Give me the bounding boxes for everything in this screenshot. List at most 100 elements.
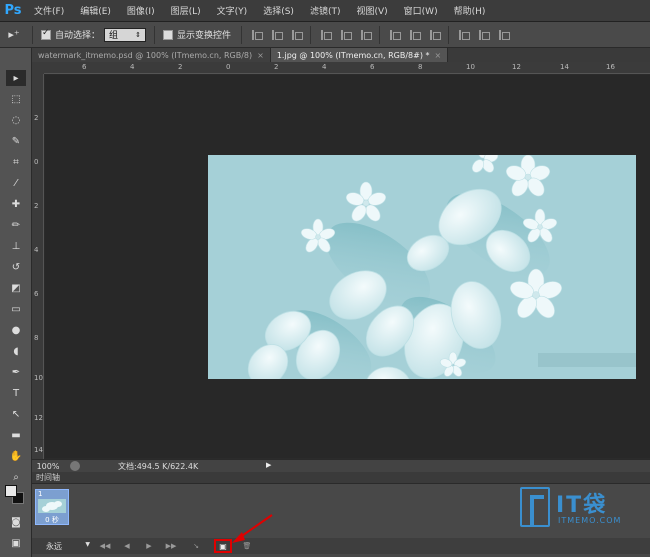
first-frame-icon[interactable]: ◀◀ [94,542,116,550]
crop-tool-icon[interactable]: ⌗ [6,154,26,170]
eraser-tool-icon[interactable]: ◩ [6,280,26,296]
duplicate-frame-button[interactable]: ▣ [214,539,232,553]
history-brush-tool-icon[interactable]: ↺ [6,259,26,275]
canvas-area[interactable] [45,75,650,458]
blur-tool-icon[interactable]: ● [6,322,26,338]
brush-tool-icon[interactable]: ✏ [6,217,26,233]
auto-select-label: 自动选择： [55,31,101,41]
ps-logo: Ps [4,3,22,18]
animation-frame-1[interactable]: 1 0 秒 [35,489,69,525]
menu-edit[interactable]: 编辑(E) [72,4,119,17]
align-vcenter-icon[interactable] [270,29,284,41]
play-icon[interactable]: ▶ [138,542,160,550]
timeline-title[interactable]: 时间轴 [36,472,60,483]
align-left-icon[interactable] [319,29,333,41]
options-bar: ▸⁺ 自动选择： 组 ⇕ 显示变换控件 [0,22,650,48]
type-tool-icon[interactable]: T [6,385,26,401]
close-icon[interactable]: × [257,51,264,60]
timeline-header: 时间轴 [32,472,650,484]
auto-select-value: 组 [109,31,119,41]
align-hcenter-icon[interactable] [339,29,353,41]
distribute-right-icon[interactable] [497,29,511,41]
close-icon[interactable]: × [434,51,441,60]
status-bar: 100% 文档:494.5 K/622.4K ▶ [32,459,650,472]
ruler-tick-label: 6 [370,63,375,71]
foreground-color-swatch[interactable] [5,485,17,497]
eyedropper-tool-icon[interactable]: ⁄ [6,175,26,191]
frame-delay[interactable]: 0 秒 [38,515,66,525]
pen-tool-icon[interactable]: ✒ [6,364,26,380]
move-tool-icon[interactable]: ▸ [6,70,26,86]
status-menu-arrow-icon[interactable]: ▶ [266,461,274,471]
ruler-tick-label: 8 [34,334,39,342]
ruler-corner[interactable] [32,62,44,74]
horizontal-ruler[interactable]: 6 4 2 0 2 4 6 8 10 12 14 16 [44,62,650,74]
path-select-tool-icon[interactable]: ↖ [6,406,26,422]
document-tabs: watermark_itmemo.psd @ 100% (ITmemo.cn, … [32,48,650,62]
hand-tool-icon[interactable]: ✋ [6,448,26,464]
ruler-tick-label: 10 [34,374,43,382]
auto-select-checkbox[interactable] [41,28,51,40]
zoom-level[interactable]: 100% [32,462,64,471]
shape-tool-icon[interactable]: ▬ [6,427,26,443]
distribute-hcenter-icon[interactable] [477,29,491,41]
separator [310,25,312,44]
separator [448,25,450,44]
menu-select[interactable]: 选择(S) [255,4,302,17]
separator [379,25,381,44]
watermark-url: ITMEMO.COM [558,516,622,525]
distribute-bottom-icon[interactable] [428,29,442,41]
zoom-tool-icon[interactable]: ⌕ [6,469,26,485]
ruler-tick-label: 12 [512,63,521,71]
watermark-brand: IT袋 [556,493,608,518]
align-right-icon[interactable] [359,29,373,41]
separator [154,25,156,44]
marquee-tool-icon[interactable]: ⬚ [6,91,26,107]
tab-watermark-psd[interactable]: watermark_itmemo.psd @ 100% (ITmemo.cn, … [32,48,271,62]
auto-select-dropdown[interactable]: 组 ⇕ [104,27,147,42]
screen-mode-icon[interactable]: ▣ [6,535,26,551]
menu-window[interactable]: 窗口(W) [396,4,446,17]
next-frame-icon[interactable]: ▶▶ [160,542,182,550]
delete-frame-icon[interactable]: 🗑 [236,542,258,550]
ruler-tick-label: 14 [34,446,43,454]
status-info-icon[interactable] [70,461,80,471]
align-bottom-icon[interactable] [290,29,304,41]
distribute-top-icon[interactable] [388,29,402,41]
menu-type[interactable]: 文字(Y) [209,4,256,17]
ruler-tick-label: 12 [34,414,43,422]
distribute-left-icon[interactable] [457,29,471,41]
previous-frame-icon[interactable]: ◀ [116,542,138,550]
menu-layer[interactable]: 图层(L) [163,4,209,17]
tab-label: 1.jpg @ 100% (ITmemo.cn, RGB/8#) * [276,50,430,60]
menu-view[interactable]: 视图(V) [348,4,395,17]
quick-mask-icon[interactable]: ◙ [6,514,26,530]
loop-options-dropdown[interactable]: 永远 ▼ [32,541,94,552]
site-watermark: IT袋 ITMEMO.COM [520,484,640,532]
clone-stamp-tool-icon[interactable]: ⊥ [6,238,26,254]
menu-filter[interactable]: 滤镜(T) [302,4,349,17]
healing-brush-tool-icon[interactable]: ✚ [6,196,26,212]
vertical-ruler[interactable]: 2 0 2 4 6 8 10 12 14 [32,74,44,459]
tween-icon[interactable]: ↘ [182,542,210,550]
menu-file[interactable]: 文件(F) [26,4,72,17]
tools-panel: ▸ ⬚ ◌ ✎ ⌗ ⁄ ✚ ✏ ⊥ ↺ ◩ ▭ ● ◖ ✒ T ↖ ▬ ✋ ⌕ … [0,48,32,557]
tab-1-jpg[interactable]: 1.jpg @ 100% (ITmemo.cn, RGB/8#) * × [270,48,449,62]
document-image[interactable] [208,155,636,379]
menu-help[interactable]: 帮助(H) [446,4,494,17]
loop-value: 永远 [46,541,62,551]
gradient-tool-icon[interactable]: ▭ [6,301,26,317]
show-transform-checkbox[interactable] [163,29,174,40]
menu-image[interactable]: 图像(I) [119,4,163,17]
align-top-icon[interactable] [250,29,264,41]
ruler-tick-label: 2 [34,202,39,210]
frame-thumbnail [38,499,66,513]
move-tool-preset-icon[interactable]: ▸⁺ [0,28,28,41]
lasso-tool-icon[interactable]: ◌ [6,112,26,128]
dodge-tool-icon[interactable]: ◖ [6,343,26,359]
distribute-vcenter-icon[interactable] [408,29,422,41]
show-transform-label: 显示变换控件 [177,31,232,41]
quick-select-tool-icon[interactable]: ✎ [6,133,26,149]
frame-number: 1 [38,490,43,498]
document-info: 文档:494.5 K/622.4K [118,461,199,471]
